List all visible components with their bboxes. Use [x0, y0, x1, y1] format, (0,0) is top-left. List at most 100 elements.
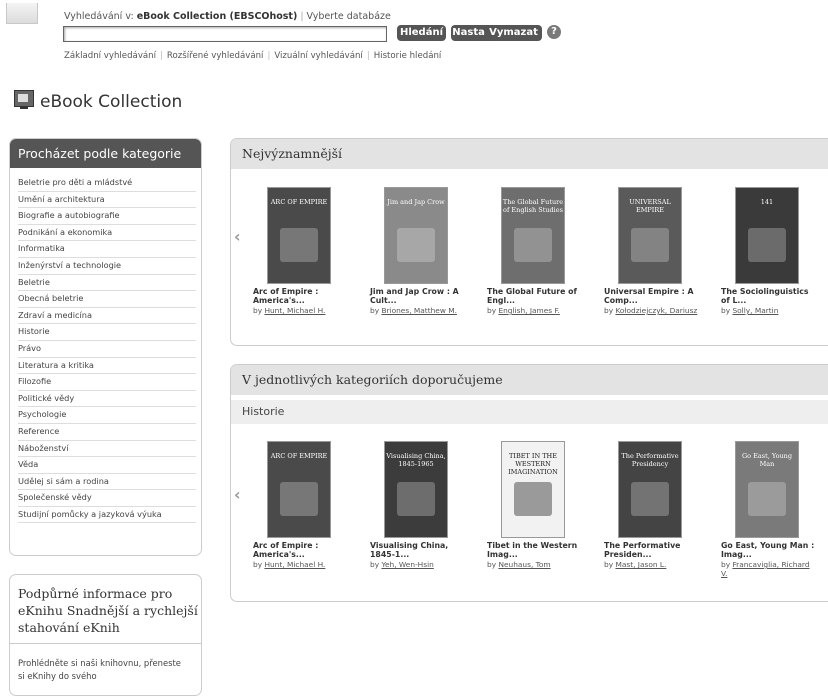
help-icon[interactable]: ?: [547, 25, 561, 39]
category-link[interactable]: Inženýrství a technologie: [18, 258, 196, 275]
category-link[interactable]: Náboženství: [18, 441, 196, 458]
category-link[interactable]: Literatura a kritika: [18, 358, 196, 375]
search-button[interactable]: Hledání: [397, 25, 446, 41]
author-link[interactable]: Yeh, Wen-Hsin: [381, 560, 433, 569]
book-item[interactable]: Visualising China, 1845-1965 Visualising …: [370, 441, 464, 569]
category-link[interactable]: Reference: [18, 424, 196, 441]
book-title[interactable]: Visualising China, 1845-1...: [370, 541, 464, 559]
database-name: eBook Collection (EBSCOhost): [136, 11, 298, 22]
search-scope-label: Vyhledávání v:: [64, 11, 134, 22]
advanced-search-link[interactable]: Rozšířené vyhledávání: [167, 51, 264, 61]
book-cover[interactable]: ARC OF EMPIRE: [267, 441, 331, 538]
database-icon: [6, 3, 38, 24]
book-author-line: by Hunt, Michael H.: [253, 306, 347, 315]
cover-text: TIBET IN THE WESTERN IMAGINATION: [508, 452, 558, 476]
book-title[interactable]: Go East, Young Man : Imag...: [721, 541, 815, 559]
author-link[interactable]: English, James F.: [498, 306, 559, 315]
category-link[interactable]: Udělej si sám a rodina: [18, 474, 196, 491]
visual-search-link[interactable]: Vizuální vyhledávání: [274, 51, 362, 61]
support-title: Podpůrné informace pro eKnihu Snadnější …: [18, 586, 198, 635]
book-author-line: by Briones, Matthew M.: [370, 306, 464, 315]
category-link[interactable]: Věda: [18, 457, 196, 474]
book-title[interactable]: Universal Empire : A Comp...: [604, 287, 698, 305]
book-item[interactable]: UNIVERSAL EMPIRE Universal Empire : A Com…: [604, 187, 698, 315]
book-cover[interactable]: Go East, Young Man: [735, 441, 799, 538]
category-link[interactable]: Beletrie: [18, 275, 196, 292]
book-item[interactable]: Go East, Young Man Go East, Young Man : I…: [721, 441, 815, 578]
book-title[interactable]: The Sociolinguistics of L...: [721, 287, 815, 305]
book-item[interactable]: Jim and Jap Crow Jim and Jap Crow : A Cul…: [370, 187, 464, 315]
search-mode-links: Základní vyhledávání | Rozšířené vyhledává…: [64, 51, 442, 61]
author-link[interactable]: Hunt, Michael H.: [264, 306, 325, 315]
author-link[interactable]: Briones, Matthew M.: [381, 306, 457, 315]
recommended-panel: V jednotlivých kategoriích doporučujeme …: [230, 364, 828, 602]
category-link[interactable]: Studijní pomůcky a jazyková výuka: [18, 507, 196, 524]
carousel-prev-icon[interactable]: ‹: [234, 227, 241, 246]
book-author-line: by Neuhaus, Tom: [487, 560, 581, 569]
author-link[interactable]: Kołodziejczyk, Dariusz: [615, 306, 697, 315]
book-cover[interactable]: ARC OF EMPIRE: [267, 187, 331, 284]
book-title[interactable]: The Performative Presiden...: [604, 541, 698, 559]
category-link[interactable]: Historie: [18, 324, 196, 341]
book-cover[interactable]: The Performative Presidency: [618, 441, 682, 538]
book-title[interactable]: Arc of Empire : America's...: [253, 287, 347, 305]
clear-button[interactable]: Vymazat: [485, 25, 542, 41]
book-cover[interactable]: 141: [735, 187, 799, 284]
by-label: by: [721, 306, 731, 315]
book-item[interactable]: The Global Future of English Studies The …: [487, 187, 581, 315]
category-link[interactable]: Umění a architektura: [18, 192, 196, 209]
book-cover[interactable]: Visualising China, 1845-1965: [384, 441, 448, 538]
book-title[interactable]: Jim and Jap Crow : A Cult...: [370, 287, 464, 305]
author-link[interactable]: Mast, Jason L.: [615, 560, 666, 569]
category-link[interactable]: Beletrie pro děti a mládstvé: [18, 175, 196, 192]
book-author-line: by Yeh, Wen-Hsin: [370, 560, 464, 569]
category-link[interactable]: Biografie a autobiografie: [18, 208, 196, 225]
author-link[interactable]: Neuhaus, Tom: [498, 560, 550, 569]
search-history-link[interactable]: Historie hledání: [374, 51, 442, 61]
book-cover[interactable]: TIBET IN THE WESTERN IMAGINATION: [501, 441, 565, 538]
author-link[interactable]: Solly, Martin: [732, 306, 778, 315]
cover-text: Visualising China, 1845-1965: [386, 452, 446, 468]
book-item[interactable]: The Performative Presidency The Performat…: [604, 441, 698, 569]
category-link[interactable]: Společenské vědy: [18, 490, 196, 507]
support-text: Prohlédněte si naši knihovnu, přeneste s…: [18, 658, 181, 681]
book-title[interactable]: The Global Future of Engl...: [487, 287, 581, 305]
book-cover[interactable]: The Global Future of English Studies: [501, 187, 565, 284]
book-title[interactable]: Arc of Empire : America's...: [253, 541, 347, 559]
collection-title: eBook Collection: [40, 92, 183, 112]
category-link[interactable]: Zdraví a medicína: [18, 308, 196, 325]
category-link[interactable]: Informatika: [18, 241, 196, 258]
featured-title: Nejvýznamnější: [231, 139, 828, 169]
category-link[interactable]: Podnikání a ekonomika: [18, 225, 196, 242]
author-link[interactable]: Francaviglia, Richard V.: [721, 560, 810, 578]
cover-text: Go East, Young Man: [741, 452, 793, 468]
book-author-line: by Mast, Jason L.: [604, 560, 698, 569]
book-author-line: by Solly, Martin: [721, 306, 815, 315]
search-input[interactable]: [63, 26, 387, 42]
book-author-line: by Hunt, Michael H.: [253, 560, 347, 569]
search-scope: Vyhledávání v: eBook Collection (EBSCOho…: [64, 11, 391, 22]
category-link[interactable]: Politické vědy: [18, 391, 196, 408]
ebook-monitor-icon: [14, 90, 34, 109]
book-item[interactable]: 141 The Sociolinguistics of L... by Solly,…: [721, 187, 815, 315]
carousel-prev-icon[interactable]: ‹: [234, 485, 241, 504]
book-item[interactable]: ARC OF EMPIRE Arc of Empire : America's..…: [253, 441, 347, 569]
category-link[interactable]: Filozofie: [18, 374, 196, 391]
book-title[interactable]: Tibet in the Western Imag...: [487, 541, 581, 559]
category-link[interactable]: Právo: [18, 341, 196, 358]
book-author-line: by Kołodziejczyk, Dariusz: [604, 306, 698, 315]
category-link[interactable]: Obecná beletrie: [18, 291, 196, 308]
by-label: by: [487, 306, 497, 315]
cover-text: ARC OF EMPIRE: [270, 198, 328, 206]
category-link[interactable]: Psychologie: [18, 407, 196, 424]
author-link[interactable]: Hunt, Michael H.: [264, 560, 325, 569]
by-label: by: [721, 560, 731, 569]
book-item[interactable]: TIBET IN THE WESTERN IMAGINATION Tibet in…: [487, 441, 581, 569]
book-item[interactable]: ARC OF EMPIRE Arc of Empire : America's..…: [253, 187, 347, 315]
book-cover[interactable]: Jim and Jap Crow: [384, 187, 448, 284]
choose-database-link[interactable]: Vyberte databáze: [307, 11, 391, 22]
book-cover[interactable]: UNIVERSAL EMPIRE: [618, 187, 682, 284]
book-author-line: by English, James F.: [487, 306, 581, 315]
basic-search-link[interactable]: Základní vyhledávání: [64, 51, 156, 61]
by-label: by: [604, 560, 614, 569]
